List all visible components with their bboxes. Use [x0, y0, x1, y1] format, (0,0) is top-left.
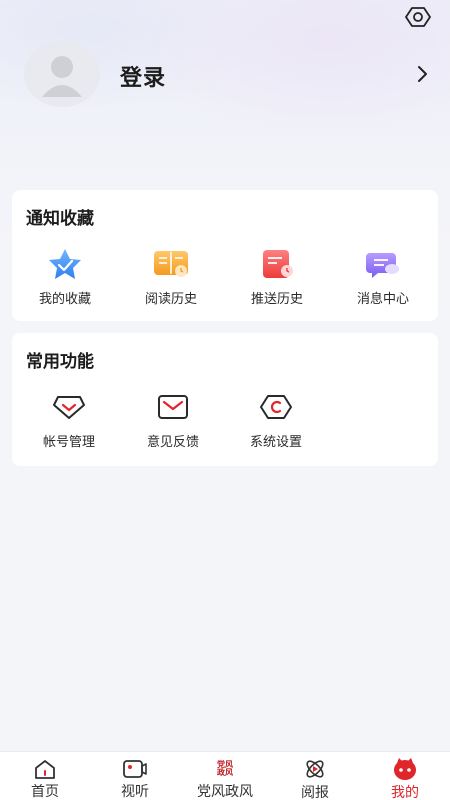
- party-logo-icon: 党风政风: [217, 759, 233, 777]
- calendar-icon: [257, 246, 297, 282]
- item-label: 推送历史: [250, 292, 303, 307]
- home-icon: [33, 757, 57, 780]
- item-label: 系统设置: [249, 435, 302, 450]
- tab-label: 视听: [121, 784, 149, 800]
- message-center-item[interactable]: 消息中心: [333, 246, 433, 307]
- avatar[interactable]: [24, 41, 100, 107]
- bottom-tab-bar: 首页 视听 党风政风 党风政风 阅报 我的: [0, 751, 450, 800]
- book-icon: [151, 246, 191, 282]
- item-label: 帐号管理: [42, 435, 95, 450]
- section-title: 常用功能: [26, 352, 94, 372]
- star-icon: [45, 246, 85, 282]
- reading-history-item[interactable]: 阅读历史: [121, 246, 221, 307]
- item-label: 阅读历史: [144, 292, 197, 307]
- tab-label: 我的: [391, 785, 419, 800]
- item-label: 意见反馈: [146, 435, 199, 450]
- my-favorites-item[interactable]: 我的收藏: [15, 246, 115, 307]
- tab-party-style[interactable]: 党风政风 党风政风: [180, 752, 270, 800]
- video-icon: [122, 757, 148, 780]
- tab-video[interactable]: 视听: [90, 752, 180, 800]
- profile-icon: [392, 757, 418, 781]
- item-label: 消息中心: [356, 292, 409, 307]
- settings-icon: [256, 389, 296, 425]
- tab-label: 首页: [31, 784, 59, 800]
- account-management-item[interactable]: 帐号管理: [19, 389, 119, 450]
- chat-icon: [363, 246, 403, 282]
- account-icon: [49, 389, 89, 425]
- tab-profile[interactable]: 我的: [360, 752, 450, 800]
- notify-favorites-card: 通知收藏 我的收藏 阅读历史 推送历史 消息中心: [12, 190, 438, 321]
- item-label: 我的收藏: [38, 292, 91, 307]
- tab-newspaper[interactable]: 阅报: [270, 752, 360, 800]
- system-settings-item[interactable]: 系统设置: [226, 389, 326, 450]
- tab-label: 阅报: [301, 785, 329, 800]
- section-title: 通知收藏: [26, 209, 94, 229]
- mail-icon: [153, 389, 193, 425]
- tab-label: 党风政风: [197, 784, 253, 800]
- feedback-item[interactable]: 意见反馈: [123, 389, 223, 450]
- login-button[interactable]: 登录: [120, 60, 166, 92]
- chevron-right-icon[interactable]: [413, 63, 431, 85]
- tab-home[interactable]: 首页: [0, 752, 90, 800]
- push-history-item[interactable]: 推送历史: [227, 246, 327, 307]
- common-functions-card: 常用功能 帐号管理 意见反馈 系统设置: [12, 333, 438, 466]
- atom-icon: [303, 757, 327, 781]
- settings-icon[interactable]: [403, 4, 433, 30]
